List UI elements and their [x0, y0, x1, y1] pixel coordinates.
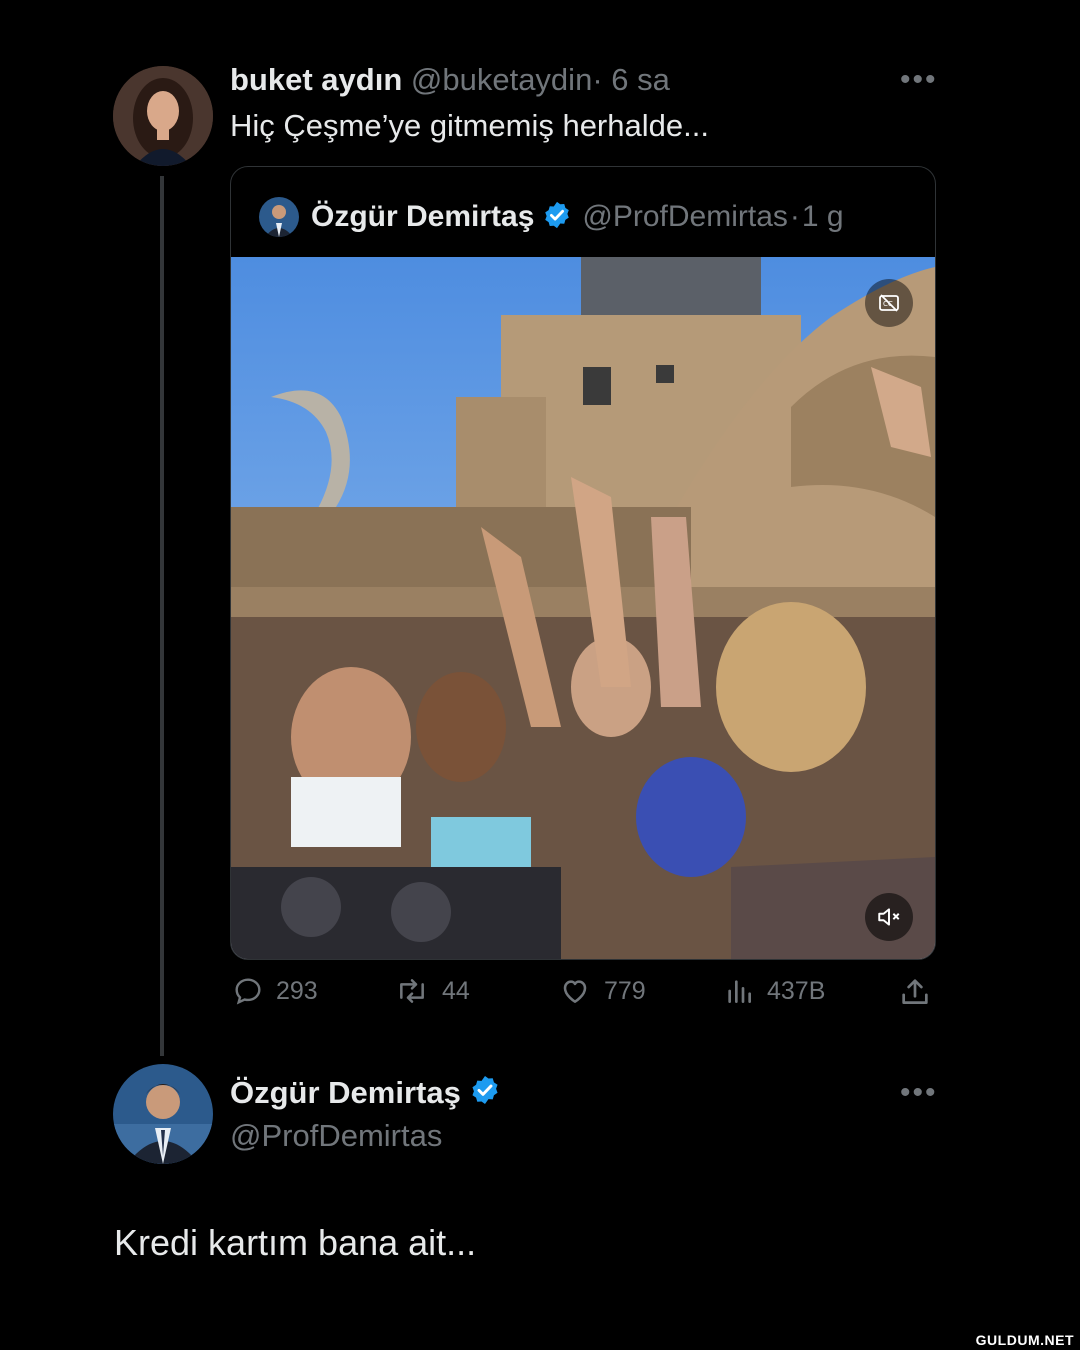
tweet-header: buket aydın @buketaydin· 6 sa [230, 62, 670, 98]
share-action[interactable] [898, 975, 944, 1009]
like-action[interactable]: 779 [558, 975, 646, 1007]
reply-display-name[interactable]: Özgür Demirtaş [230, 1075, 461, 1111]
views-action[interactable]: 437B [723, 975, 825, 1007]
avatar-prof[interactable] [113, 1064, 213, 1164]
display-name[interactable]: buket aydın [230, 62, 402, 97]
thread-line [160, 176, 164, 1056]
more-options-icon[interactable]: ••• [900, 1078, 938, 1108]
reply-handle[interactable]: @ProfDemirtas [230, 1118, 442, 1154]
reply-text: Kredi kartım bana ait... [114, 1222, 477, 1263]
quoted-timestamp[interactable]: 1 g [802, 200, 844, 234]
mute-icon[interactable] [865, 893, 913, 941]
reply-action[interactable]: 293 [232, 975, 318, 1007]
views-count: 437B [767, 976, 826, 1005]
timestamp[interactable]: 6 sa [611, 62, 670, 97]
quoted-tweet-header: Özgür Demirtaş @ProfDemirtas · 1 g [259, 195, 844, 239]
separator: · [592, 62, 603, 97]
share-icon [902, 979, 928, 1004]
quoted-handle[interactable]: @ProfDemirtas [582, 200, 788, 234]
verified-badge-icon [469, 1074, 501, 1111]
quoted-separator: · [789, 200, 800, 233]
captions-icon[interactable]: CC [865, 279, 913, 327]
retweet-action[interactable]: 44 [394, 975, 470, 1007]
retweet-icon [400, 979, 424, 1003]
avatar-prof-small [259, 197, 299, 237]
watermark: GULDUM.NET [975, 1332, 1074, 1348]
quoted-display-name[interactable]: Özgür Demirtaş [311, 200, 534, 234]
video-frame [231, 257, 935, 959]
views-icon [728, 980, 751, 1003]
more-options-icon[interactable]: ••• [900, 65, 938, 95]
video-media[interactable]: CC [231, 257, 935, 959]
svg-text:CC: CC [883, 300, 893, 308]
quoted-tweet-card[interactable]: Özgür Demirtaş @ProfDemirtas · 1 g CC [230, 166, 936, 960]
reply-icon [235, 978, 261, 1005]
verified-badge-icon [542, 200, 572, 235]
reply-count: 293 [276, 976, 318, 1005]
tweet-text: Hiç Çeşme’ye gitmemiş herhalde... [230, 108, 709, 143]
reply-header: Özgür Demirtaş [230, 1074, 501, 1111]
retweet-count: 44 [442, 976, 470, 1005]
avatar-buket[interactable] [113, 66, 213, 166]
like-count: 779 [604, 976, 646, 1005]
handle[interactable]: @buketaydin [411, 62, 592, 97]
heart-icon [563, 980, 587, 1003]
